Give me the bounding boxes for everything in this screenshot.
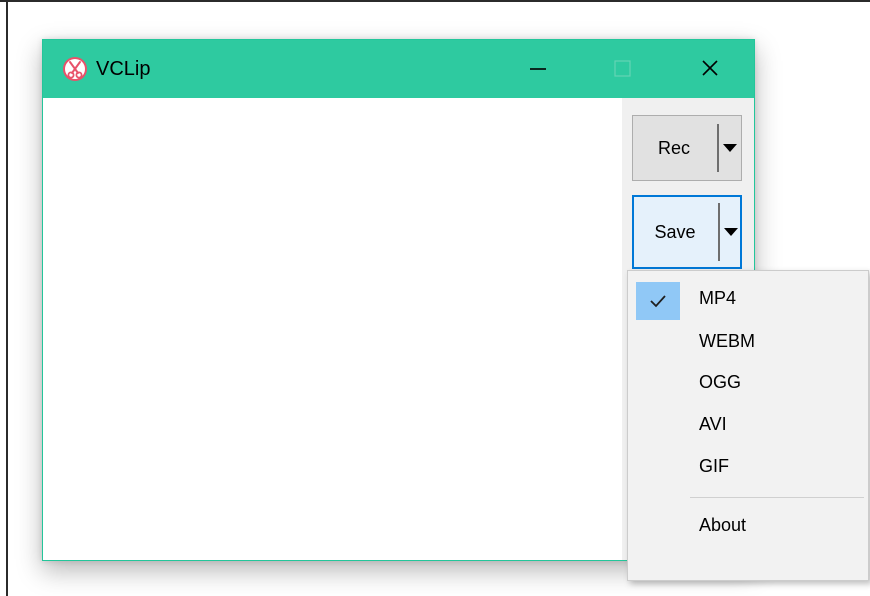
split-separator [717,124,719,172]
close-button[interactable] [669,40,749,98]
save-button[interactable]: Save [634,197,716,267]
split-separator [718,203,720,261]
rec-split-button[interactable]: Rec [632,115,742,181]
maximize-button[interactable] [582,40,662,98]
minimize-button[interactable] [497,40,577,98]
title-bar[interactable]: VCLip [43,40,754,98]
menu-item-webm[interactable]: WEBM [631,321,867,361]
checkmark-highlight [636,282,680,320]
menu-item-about[interactable]: About [631,505,867,545]
window-title: VCLip [96,58,151,80]
save-format-menu: MP4 WEBM OGG AVI GIF About [627,270,869,581]
menu-item-label: GIF [699,456,729,476]
menu-item-label: WEBM [699,331,755,351]
dropdown-arrow-icon [724,228,738,236]
menu-item-mp4[interactable]: MP4 [631,278,867,320]
scissors-icon [62,56,88,82]
menu-item-label: OGG [699,372,742,392]
dropdown-arrow-icon [723,144,737,152]
maximize-icon [614,60,631,77]
desktop-edge-top [0,0,870,2]
menu-item-label: MP4 [699,288,737,308]
menu-item-label: AVI [699,414,727,434]
menu-item-gif[interactable]: GIF [631,446,867,486]
close-icon [702,60,718,76]
menu-item-avi[interactable]: AVI [631,404,867,444]
save-split-button[interactable]: Save [632,195,742,269]
checkmark-icon [650,295,666,308]
menu-item-ogg[interactable]: OGG [631,362,867,402]
minimize-icon [530,68,546,70]
save-dropdown-toggle[interactable] [722,197,742,267]
rec-button[interactable]: Rec [633,116,715,180]
menu-item-label: About [699,515,747,535]
menu-separator [690,497,864,498]
desktop-edge-left [6,0,8,596]
rec-dropdown-toggle[interactable] [721,116,741,180]
